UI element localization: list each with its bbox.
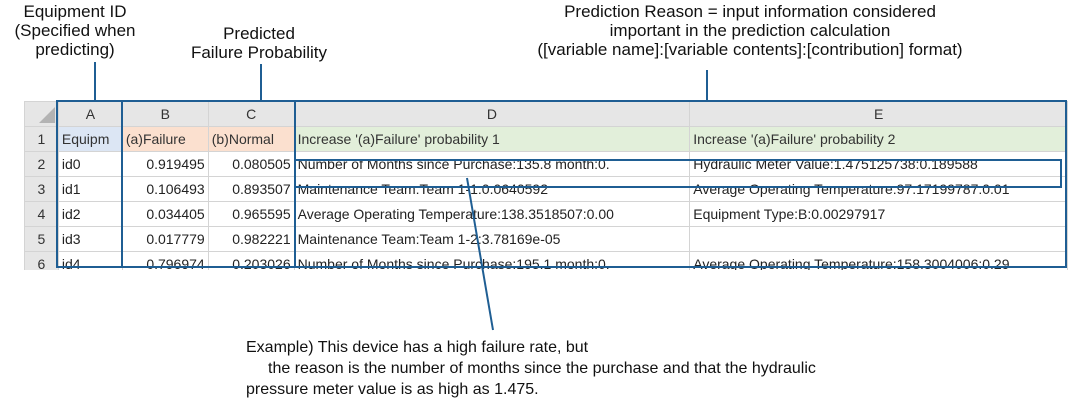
row-header[interactable]: 3 bbox=[24, 176, 59, 202]
table-row: 4 id2 0.034405 0.965595 Average Operatin… bbox=[24, 201, 1068, 227]
select-all-triangle-icon bbox=[38, 107, 55, 123]
cell-equipment-id[interactable]: id1 bbox=[57, 176, 123, 202]
equipment-id-label: Equipment ID (Specified when predicting) bbox=[14, 2, 136, 59]
cell-failure[interactable]: 0.034405 bbox=[121, 201, 209, 227]
cell-equipment-id[interactable]: id4 bbox=[57, 251, 123, 270]
table-row: 1 Equipm (a)Failure (b)Normal Increase '… bbox=[24, 126, 1068, 152]
cell-failure[interactable]: 0.796974 bbox=[121, 251, 209, 270]
cell-reason-2[interactable]: Average Operating Temperature:158.300400… bbox=[689, 251, 1068, 270]
column-header-e[interactable]: E bbox=[689, 101, 1068, 127]
predicted-probability-label: Predicted Failure Probability bbox=[190, 24, 328, 62]
cell-reason-1[interactable]: Maintenance Team:Team 1-1:0.0640592 bbox=[293, 176, 691, 202]
column-header-c[interactable]: C bbox=[207, 101, 295, 127]
row-header[interactable]: 4 bbox=[24, 201, 59, 227]
cell-equipment-id[interactable]: id2 bbox=[57, 201, 123, 227]
column-header-d[interactable]: D bbox=[293, 101, 691, 127]
column-header-row: A B C D E bbox=[24, 101, 1068, 127]
header-cell-failure[interactable]: (a)Failure bbox=[121, 126, 209, 152]
cell-failure[interactable]: 0.017779 bbox=[121, 226, 209, 252]
example-note-line3: pressure meter value is as high as 1.475… bbox=[246, 381, 539, 398]
equipment-id-connector bbox=[94, 62, 96, 101]
cell-normal[interactable]: 0.965595 bbox=[207, 201, 295, 227]
table-row: 5 id3 0.017779 0.982221 Maintenance Team… bbox=[24, 226, 1068, 252]
cell-reason-1[interactable]: Maintenance Team:Team 1-2:3.78169e-05 bbox=[293, 226, 691, 252]
row-header[interactable]: 2 bbox=[24, 151, 59, 177]
example-note-line1: Example) This device has a high failure … bbox=[246, 339, 589, 356]
column-header-b[interactable]: B bbox=[121, 101, 209, 127]
cell-reason-1[interactable]: Number of Months since Purchase:195.1 mo… bbox=[293, 251, 691, 270]
header-cell-equipment[interactable]: Equipm bbox=[57, 126, 123, 152]
cell-reason-2[interactable]: Average Operating Temperature:97.1719978… bbox=[689, 176, 1068, 202]
cell-reason-2[interactable] bbox=[689, 226, 1068, 252]
cell-reason-2[interactable]: Hydraulic Meter Value:1.475125738:0.1895… bbox=[689, 151, 1068, 177]
cell-equipment-id[interactable]: id3 bbox=[57, 226, 123, 252]
table-row: 6 id4 0.796974 0.203026 Number of Months… bbox=[24, 251, 1068, 270]
prediction-reason-label: Prediction Reason = input information co… bbox=[537, 2, 963, 59]
table-row: 3 id1 0.106493 0.893507 Maintenance Team… bbox=[24, 176, 1068, 202]
select-all-corner[interactable] bbox=[24, 101, 59, 127]
reason-connector bbox=[706, 70, 708, 101]
table-row: 2 id0 0.919495 0.080505 Number of Months… bbox=[24, 151, 1068, 177]
cell-equipment-id[interactable]: id0 bbox=[57, 151, 123, 177]
header-cell-reason-2[interactable]: Increase '(a)Failure' probability 2 bbox=[689, 126, 1068, 152]
cell-failure[interactable]: 0.106493 bbox=[121, 176, 209, 202]
spreadsheet: A B C D E 1 Equipm (a)Failure (b)Normal … bbox=[24, 101, 1068, 270]
cell-normal[interactable]: 0.203026 bbox=[207, 251, 295, 270]
cell-reason-1[interactable]: Average Operating Temperature:138.351850… bbox=[293, 201, 691, 227]
row-header[interactable]: 5 bbox=[24, 226, 59, 252]
cell-reason-1[interactable]: Number of Months since Purchase:135.8 mo… bbox=[293, 151, 691, 177]
column-header-a[interactable]: A bbox=[57, 101, 123, 127]
predicted-connector bbox=[260, 64, 262, 101]
cell-normal[interactable]: 0.893507 bbox=[207, 176, 295, 202]
cell-normal[interactable]: 0.982221 bbox=[207, 226, 295, 252]
example-note-line2: the reason is the number of months since… bbox=[268, 360, 816, 377]
cell-failure[interactable]: 0.919495 bbox=[121, 151, 209, 177]
row-header[interactable]: 6 bbox=[24, 251, 59, 270]
cell-reason-2[interactable]: Equipment Type:B:0.00297917 bbox=[689, 201, 1068, 227]
header-cell-reason-1[interactable]: Increase '(a)Failure' probability 1 bbox=[293, 126, 691, 152]
header-cell-normal[interactable]: (b)Normal bbox=[207, 126, 295, 152]
cell-normal[interactable]: 0.080505 bbox=[207, 151, 295, 177]
row-header[interactable]: 1 bbox=[24, 126, 59, 152]
